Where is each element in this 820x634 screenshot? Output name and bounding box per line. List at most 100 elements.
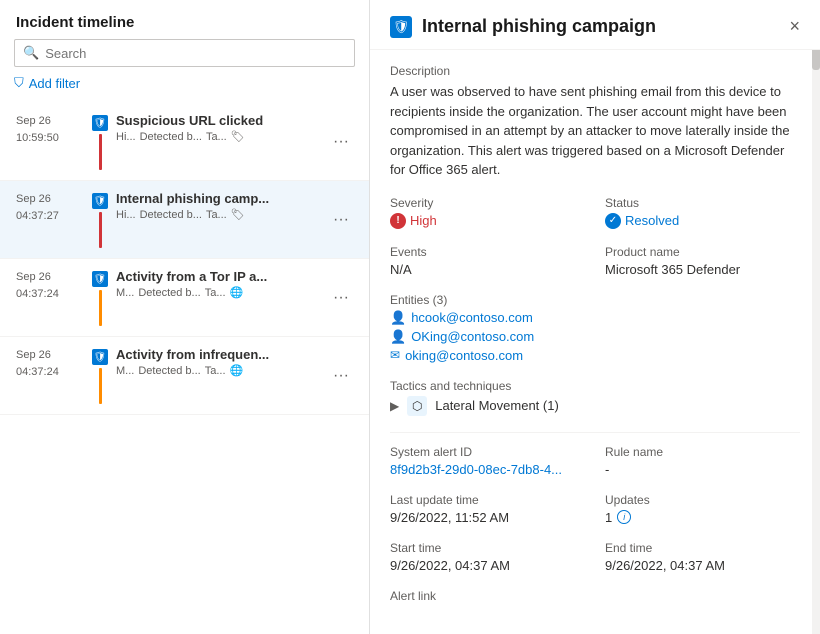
item-title: Activity from infrequen... [116,347,306,362]
shield-icon: 🛡 [92,349,108,365]
severity-bar [99,368,102,404]
system-alert-label: System alert ID [390,445,585,459]
last-update-value: 9/26/2022, 11:52 AM [390,510,585,525]
status-field: Status ✓ Resolved [605,196,800,229]
status-icon: ✓ [605,213,621,229]
events-label: Events [390,245,585,259]
tactics-section: Tactics and techniques ▶ ⬡ Lateral Movem… [390,379,800,416]
item-icon-col: 🛡 [92,349,108,404]
system-alert-id-link[interactable]: 8f9d2b3f-29d0-08ec-7db8-4... [390,462,585,477]
add-filter-button[interactable]: ⛉ Add filter [14,73,355,93]
start-time-field: Start time 9/26/2022, 04:37 AM [390,541,585,573]
end-time-label: End time [605,541,800,555]
product-value: Microsoft 365 Defender [605,262,800,277]
rule-name-value: - [605,462,800,477]
updates-field: Updates 1 i [605,493,800,525]
last-update-field: Last update time 9/26/2022, 11:52 AM [390,493,585,525]
right-scrollbar[interactable] [812,0,820,634]
end-time-field: End time 9/26/2022, 04:37 AM [605,541,800,573]
person-icon: 👤 [390,310,406,326]
search-icon: 🔍 [23,45,39,61]
update-row: Last update time 9/26/2022, 11:52 AM Upd… [390,493,800,525]
right-panel-header: 🛡 Internal phishing campaign × [370,0,820,50]
right-panel: 🛡 Internal phishing campaign × Descripti… [370,0,820,634]
description-label: Description [390,64,800,78]
item-date: Sep 26 10:59:50 [16,113,90,146]
description-text: A user was observed to have sent phishin… [390,82,800,180]
rule-name-field: Rule name - [605,445,800,477]
item-content: Activity from a Tor IP a... M... Detecte… [116,269,329,299]
timeline-item[interactable]: Sep 26 04:37:24 🛡 Activity from infreque… [0,337,369,415]
filter-icon: ⛉ [14,75,24,91]
item-meta: M... Detected b... Ta... 🌐 [116,286,329,299]
timeline-item[interactable]: Sep 26 04:37:27 🛡 Internal phishing camp… [0,181,369,259]
timeline-item[interactable]: Sep 26 10:59:50 🛡 Suspicious URL clicked… [0,103,369,181]
status-label: Status [605,196,800,210]
item-meta: Hi... Detected b... Ta... 🏷 [116,130,329,143]
item-title: Activity from a Tor IP a... [116,269,306,284]
item-content: Activity from infrequen... M... Detected… [116,347,329,377]
divider [390,432,800,433]
last-update-label: Last update time [390,493,585,507]
product-label: Product name [605,245,800,259]
item-icon-col: 🛡 [92,271,108,326]
item-date: Sep 26 04:37:24 [16,347,90,380]
shield-icon: 🛡 [92,271,108,287]
updates-value: 1 i [605,510,800,525]
entity-link-2[interactable]: ✉ oking@contoso.com [390,348,800,363]
item-meta: M... Detected b... Ta... 🌐 [116,364,329,377]
detail-panel-title: Internal phishing campaign [422,16,775,37]
header-shield-icon: 🛡 [390,16,412,38]
entities-section: Entities (3) 👤 hcook@contoso.com 👤 OKing… [390,293,800,363]
more-options-button[interactable]: ··· [329,367,353,385]
person-icon: 👤 [390,329,406,345]
events-product-row: Events N/A Product name Microsoft 365 De… [390,245,800,277]
tactics-item[interactable]: ▶ ⬡ Lateral Movement (1) [390,396,800,416]
search-bar[interactable]: 🔍 [14,39,355,67]
alert-link-label: Alert link [390,589,800,603]
tag-icon: 🏷 [231,208,245,221]
search-input[interactable] [45,46,346,61]
item-content: Suspicious URL clicked Hi... Detected b.… [116,113,329,143]
severity-icon: ! [390,213,406,229]
severity-bar [99,134,102,170]
more-options-button[interactable]: ··· [329,289,353,307]
item-title: Suspicious URL clicked [116,113,306,128]
tag-icon: 🏷 [231,130,245,143]
item-date: Sep 26 04:37:24 [16,269,90,302]
panel-body: Description A user was observed to have … [370,50,820,626]
severity-bar [99,290,102,326]
product-field: Product name Microsoft 365 Defender [605,245,800,277]
item-content: Internal phishing camp... Hi... Detected… [116,191,329,221]
entity-link-1[interactable]: 👤 OKing@contoso.com [390,329,800,345]
tactics-label: Tactics and techniques [390,379,800,393]
timeline-item[interactable]: Sep 26 04:37:24 🛡 Activity from a Tor IP… [0,259,369,337]
updates-label: Updates [605,493,800,507]
events-field: Events N/A [390,245,585,277]
add-filter-label: Add filter [29,76,80,91]
rule-name-label: Rule name [605,445,800,459]
alert-rule-row: System alert ID 8f9d2b3f-29d0-08ec-7db8-… [390,445,800,477]
item-icon-col: 🛡 [92,193,108,248]
close-button[interactable]: × [785,14,804,39]
item-meta: Hi... Detected b... Ta... 🏷 [116,208,329,221]
tactic-label: Lateral Movement (1) [435,398,559,413]
status-value: ✓ Resolved [605,213,800,229]
panel-title: Incident timeline [0,0,369,39]
severity-value: ! High [390,213,585,229]
globe-icon: 🌐 [230,286,244,299]
time-row: Start time 9/26/2022, 04:37 AM End time … [390,541,800,573]
severity-field: Severity ! High [390,196,585,229]
start-time-label: Start time [390,541,585,555]
severity-label: Severity [390,196,585,210]
item-title: Internal phishing camp... [116,191,306,206]
severity-bar [99,212,102,248]
info-icon[interactable]: i [617,510,631,524]
system-alert-field: System alert ID 8f9d2b3f-29d0-08ec-7db8-… [390,445,585,477]
globe-icon: 🌐 [230,364,244,377]
more-options-button[interactable]: ··· [329,211,353,229]
more-options-button[interactable]: ··· [329,133,353,151]
entity-link-0[interactable]: 👤 hcook@contoso.com [390,310,800,326]
item-date: Sep 26 04:37:27 [16,191,90,224]
timeline-list: Sep 26 10:59:50 🛡 Suspicious URL clicked… [0,103,369,634]
